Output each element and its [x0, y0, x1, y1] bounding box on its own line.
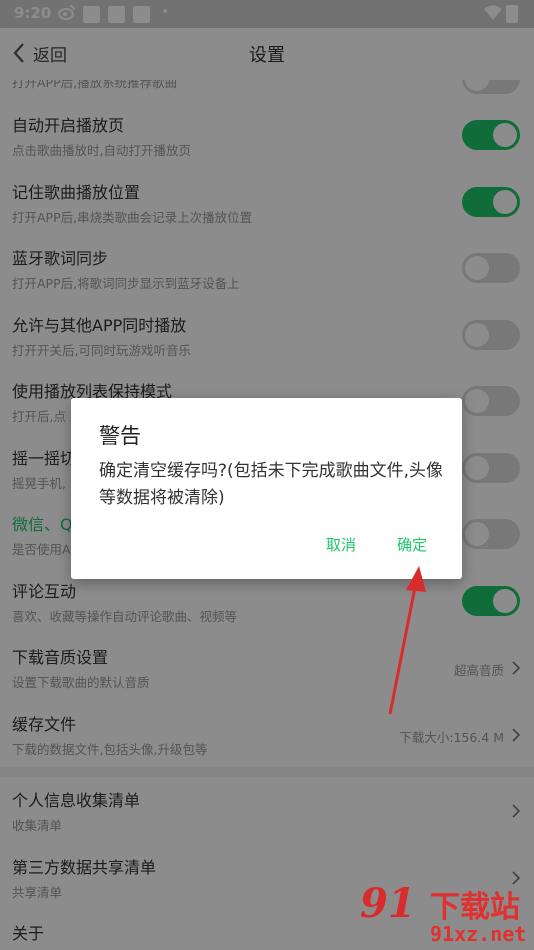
dialog-title: 警告 — [99, 424, 141, 448]
clear-cache-dialog: 警告 确定清空缓存吗?(包括未下完成歌曲文件,头像等数据将被清除) 取消 确定 — [71, 398, 462, 579]
watermark-url: 91xz.net — [430, 922, 527, 946]
watermark-logo: 91 — [360, 880, 416, 927]
annotation-arrow-icon — [388, 566, 426, 715]
watermark: 91 下载站 91xz.net — [350, 878, 534, 950]
dialog-message: 确定清空缓存吗?(包括未下完成歌曲文件,头像等数据将被清除) — [99, 461, 444, 508]
confirm-button[interactable]: 确定 — [397, 534, 427, 555]
cancel-button[interactable]: 取消 — [326, 534, 356, 555]
watermark-site-name: 下载站 — [430, 890, 520, 925]
